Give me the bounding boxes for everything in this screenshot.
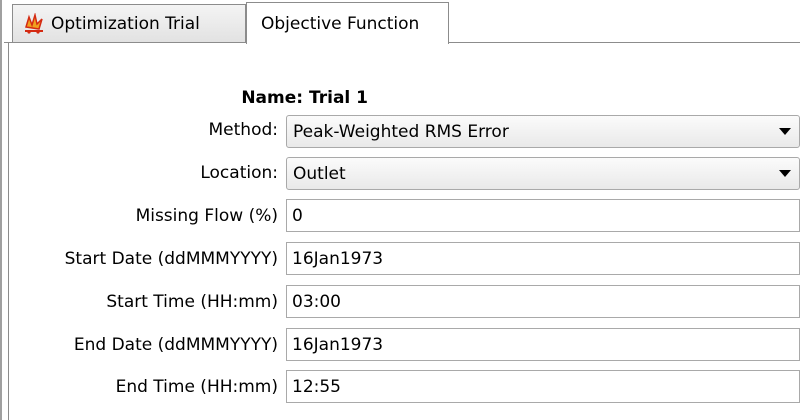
end-date-label: End Date (ddMMMYYYY) bbox=[73, 335, 278, 355]
tab-objective-function-label: Objective Function bbox=[261, 13, 420, 34]
optimization-trial-icon bbox=[23, 11, 45, 35]
location-dropdown[interactable]: Outlet bbox=[286, 157, 800, 190]
start-time-field[interactable]: 03:00 bbox=[286, 285, 800, 318]
start-date-label: Start Date (ddMMMYYYY) bbox=[64, 249, 278, 269]
start-time-label: Start Time (HH:mm) bbox=[106, 292, 278, 312]
tab-strip: Optimization Trial Objective Function bbox=[4, 0, 800, 44]
chevron-down-icon bbox=[779, 170, 791, 177]
start-date-field[interactable]: 16Jan1973 bbox=[286, 242, 800, 275]
missing-flow-label: Missing Flow (%) bbox=[135, 206, 278, 226]
method-label: Method: bbox=[208, 120, 279, 140]
objective-function-window: Optimization Trial Objective Function Na… bbox=[0, 0, 800, 420]
end-time-field[interactable]: 12:55 bbox=[286, 370, 800, 403]
method-value: Peak-Weighted RMS Error bbox=[293, 121, 509, 142]
missing-flow-field[interactable]: 0 bbox=[286, 199, 800, 232]
name-value: Trial 1 bbox=[309, 88, 368, 108]
location-label: Location: bbox=[200, 163, 278, 183]
chevron-down-icon bbox=[779, 128, 791, 135]
name-label: Name: bbox=[241, 88, 304, 108]
tab-objective-function[interactable]: Objective Function bbox=[246, 2, 449, 44]
location-value: Outlet bbox=[293, 163, 346, 184]
trial-name-heading: Name: Trial 1 bbox=[0, 88, 368, 108]
tab-optimization-trial-label: Optimization Trial bbox=[51, 13, 200, 34]
method-dropdown[interactable]: Peak-Weighted RMS Error bbox=[286, 115, 800, 148]
end-time-label: End Time (HH:mm) bbox=[115, 377, 278, 397]
tab-optimization-trial[interactable]: Optimization Trial bbox=[12, 4, 246, 42]
end-date-field[interactable]: 16Jan1973 bbox=[286, 328, 800, 361]
